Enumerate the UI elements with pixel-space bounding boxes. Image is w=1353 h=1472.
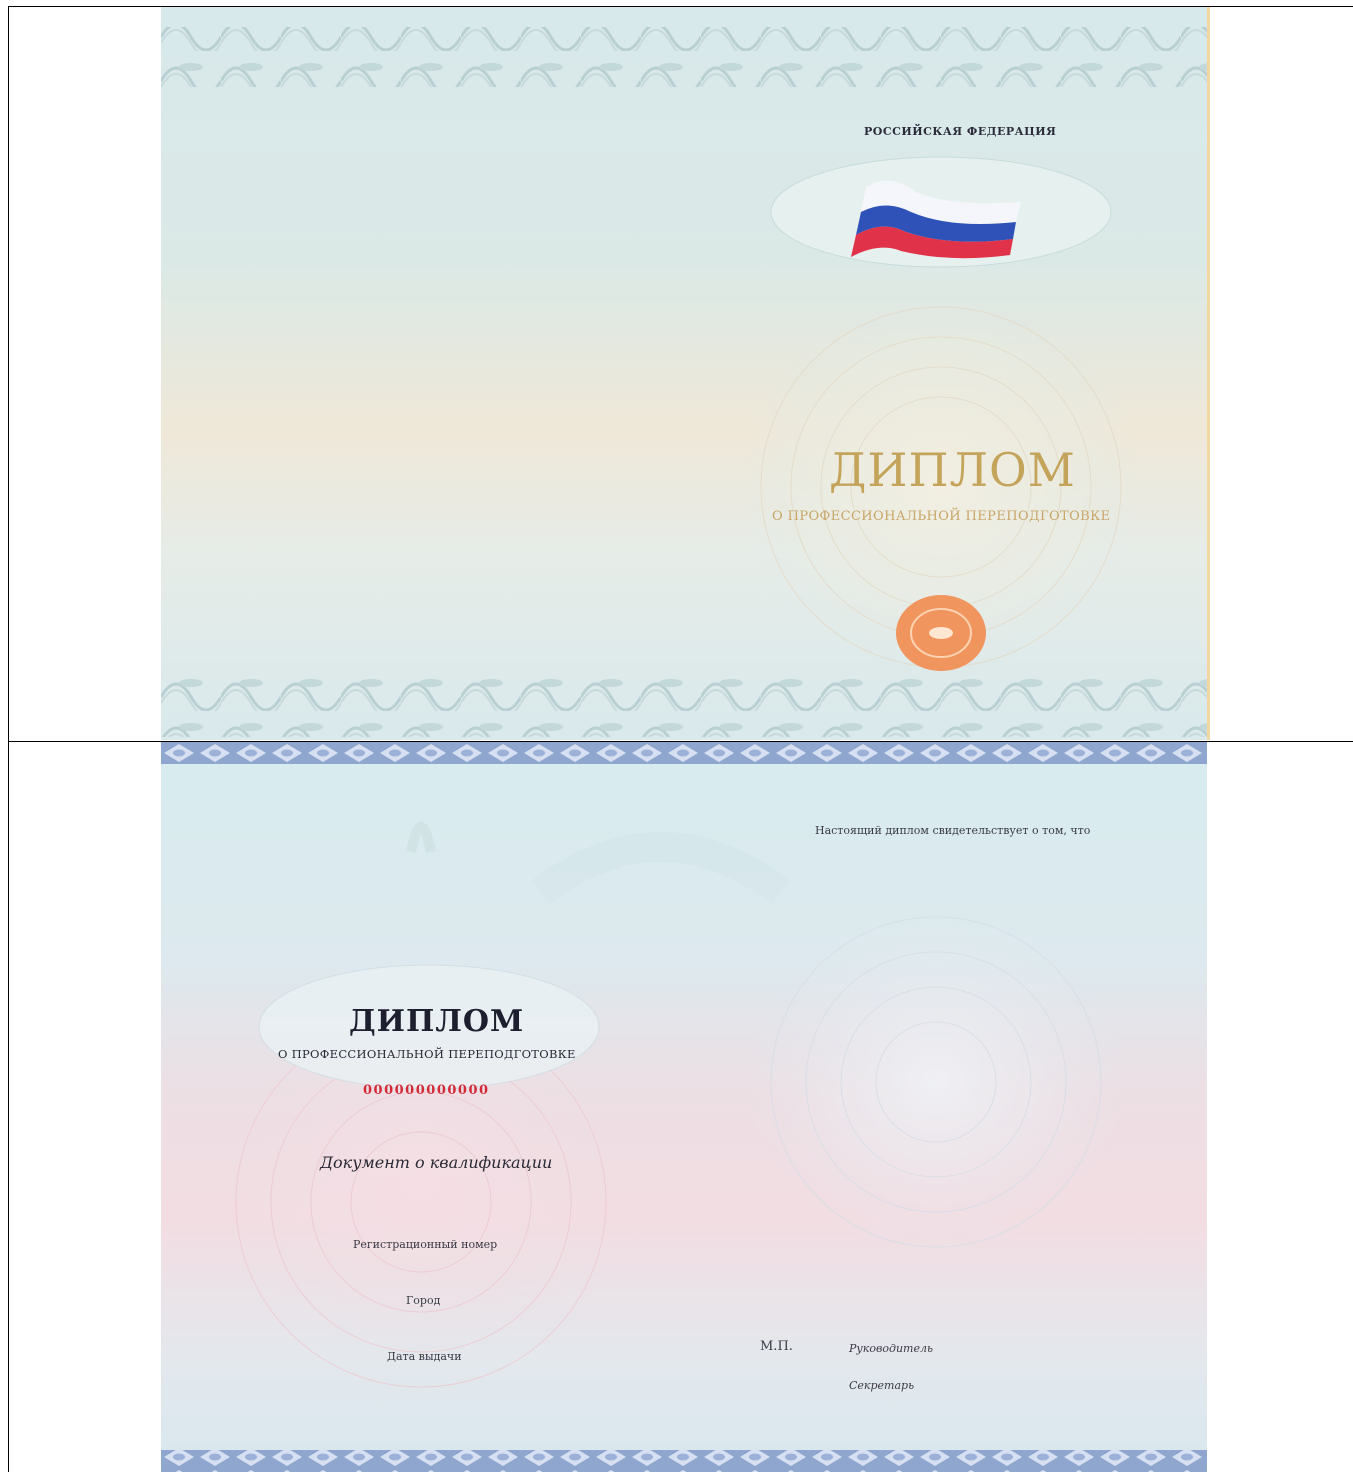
inner-subtitle: О ПРОФЕССИОНАЛЬНОЙ ПЕРЕПОДГОТОВКЕ [278,1047,576,1061]
inner-guilloche-background [161,742,1207,1472]
secretary-label: Секретарь [849,1379,915,1392]
cover-guilloche-background [161,27,1207,737]
issue-date-label: Дата выдачи [387,1350,462,1363]
bottom-diamond-border [161,1450,1207,1472]
head-label: Руководитель [849,1342,933,1355]
bottom-wave-border [161,677,1207,737]
diploma-inner-page: Настоящий диплом свидетельствует о том, … [161,742,1207,1472]
city-label: Город [406,1294,441,1307]
top-diamond-border [161,742,1207,764]
seal-place-label: М.П. [760,1339,793,1354]
registration-number-label: Регистрационный номер [353,1238,498,1251]
cover-subtitle: О ПРОФЕССИОНАЛЬНОЙ ПЕРЕПОДГОТОВКЕ [772,509,1111,524]
cover-title: ДИПЛОМ [829,443,1076,497]
right-rosette [746,912,1126,1252]
orange-seal-icon [896,595,986,671]
inner-title: ДИПЛОМ [349,1004,525,1039]
certifies-text: Настоящий диплом свидетельствует о том, … [815,824,1091,837]
diploma-number: 000000000000 [363,1083,490,1098]
table-border-left [8,6,9,1472]
country-label: РОССИЙСКАЯ ФЕДЕРАЦИЯ [864,125,1057,138]
top-wave-border [161,27,1207,87]
diploma-cover-page: РОССИЙСКАЯ ФЕДЕРАЦИЯ ДИПЛОМ О ПРОФЕССИОН… [161,7,1210,740]
document-type: Документ о квалификации [320,1153,553,1172]
